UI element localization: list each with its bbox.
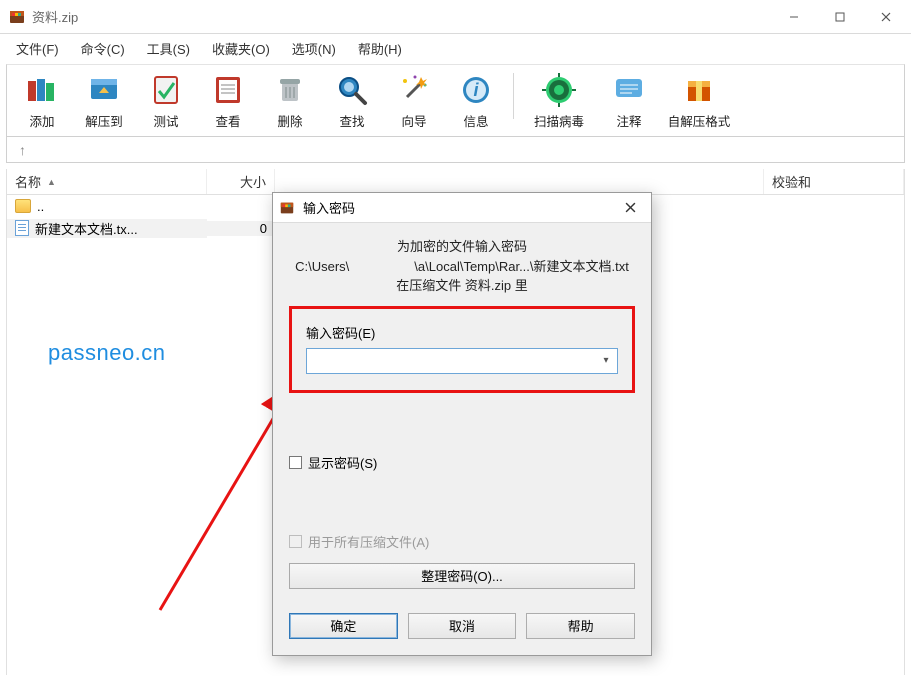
toolbar-view-label: 查看 — [215, 111, 240, 130]
app-icon — [8, 8, 26, 26]
window-close-button[interactable] — [863, 2, 909, 32]
virus-icon — [542, 73, 576, 107]
toolbar-delete[interactable]: 删除 — [259, 71, 321, 134]
books-icon — [25, 73, 59, 107]
trash-icon — [273, 73, 307, 107]
toolbar-comment[interactable]: 注释 — [598, 71, 660, 134]
toolbar-info[interactable]: i 信息 — [445, 71, 507, 134]
toolbar-sfx-label: 自解压格式 — [668, 111, 731, 130]
column-name-label: 名称 — [15, 172, 41, 191]
ok-label: 确定 — [330, 616, 356, 635]
dialog-title: 输入密码 — [303, 198, 355, 217]
column-checksum[interactable]: 校验和 — [764, 169, 904, 194]
cancel-button[interactable]: 取消 — [408, 613, 517, 639]
ok-button[interactable]: 确定 — [289, 613, 398, 639]
info-icon: i — [459, 73, 493, 107]
cancel-label: 取消 — [449, 616, 475, 635]
maximize-button[interactable] — [817, 2, 863, 32]
toolbar-delete-label: 删除 — [277, 111, 302, 130]
package-icon — [682, 73, 716, 107]
column-name[interactable]: 名称 ▲ — [7, 169, 207, 194]
password-label: 输入密码(E) — [306, 323, 618, 342]
minimize-button[interactable] — [771, 2, 817, 32]
column-checksum-label: 校验和 — [772, 172, 811, 191]
use-for-all-label: 用于所有压缩文件(A) — [308, 532, 429, 551]
help-button[interactable]: 帮助 — [526, 613, 635, 639]
use-for-all-checkbox — [289, 535, 302, 548]
menu-bar: 文件(F) 命令(C) 工具(S) 收藏夹(O) 选项(N) 帮助(H) — [0, 34, 911, 62]
chevron-down-icon[interactable]: ▾ — [595, 355, 617, 366]
title-bar: 资料.zip — [0, 0, 911, 34]
toolbar-extract[interactable]: 解压到 — [73, 71, 135, 134]
toolbar-separator — [513, 73, 514, 119]
menu-options[interactable]: 选项(N) — [282, 35, 346, 62]
help-label: 帮助 — [568, 616, 594, 635]
toolbar-test[interactable]: 测试 — [135, 71, 197, 134]
window-title: 资料.zip — [32, 7, 78, 26]
sort-asc-icon: ▲ — [47, 177, 56, 187]
toolbar: 添加 解压到 测试 查看 删除 查找 向导 i 信息 扫描病毒 注释 自解压格式 — [6, 64, 905, 137]
toolbar-extract-label: 解压到 — [85, 111, 123, 130]
folder-icon — [15, 199, 31, 213]
toolbar-add[interactable]: 添加 — [11, 71, 73, 134]
file-name-label: 新建文本文档.tx... — [35, 219, 138, 238]
toolbar-find[interactable]: 查找 — [321, 71, 383, 134]
show-password-checkbox[interactable] — [289, 456, 302, 469]
dialog-line1: 为加密的文件输入密码 — [289, 237, 635, 257]
app-icon — [279, 200, 297, 216]
file-size-label: 0 — [207, 221, 275, 236]
organize-passwords-label: 整理密码(O)... — [421, 566, 503, 585]
password-input[interactable] — [307, 349, 595, 373]
column-size[interactable]: 大小 — [207, 169, 275, 194]
menu-help[interactable]: 帮助(H) — [348, 35, 412, 62]
menu-tools[interactable]: 工具(S) — [137, 35, 200, 62]
dialog-path: C:\Users\ \a\Local\Temp\Rar...\新建文本文档.tx… — [289, 257, 635, 277]
comment-icon — [612, 73, 646, 107]
watermark-text: passneo.cn — [48, 340, 166, 366]
toolbar-wizard-label: 向导 — [401, 111, 426, 130]
up-arrow-icon: ↑ — [19, 142, 26, 158]
toolbar-info-label: 信息 — [463, 111, 488, 130]
menu-command[interactable]: 命令(C) — [71, 35, 135, 62]
organize-passwords-button[interactable]: 整理密码(O)... — [289, 563, 635, 589]
dialog-footer: 确定 取消 帮助 — [273, 599, 651, 655]
use-for-all-row: 用于所有压缩文件(A) — [289, 532, 635, 551]
parent-dir-label: .. — [37, 199, 44, 214]
toolbar-virus[interactable]: 扫描病毒 — [520, 71, 598, 134]
toolbar-comment-label: 注释 — [616, 111, 641, 130]
toolbar-virus-label: 扫描病毒 — [534, 111, 584, 130]
toolbar-find-label: 查找 — [339, 111, 364, 130]
password-input-combo[interactable]: ▾ — [306, 348, 618, 374]
show-password-label: 显示密码(S) — [308, 453, 377, 472]
menu-favorites[interactable]: 收藏夹(O) — [202, 35, 280, 62]
highlight-box: 输入密码(E) ▾ — [289, 306, 635, 393]
extract-icon — [87, 73, 121, 107]
nav-up-row[interactable]: ↑ — [6, 137, 905, 163]
test-icon — [149, 73, 183, 107]
password-dialog: 输入密码 为加密的文件输入密码 C:\Users\ \a\Local\Temp\… — [272, 192, 652, 656]
dialog-close-button[interactable] — [615, 196, 645, 220]
column-size-label: 大小 — [240, 172, 266, 191]
textfile-icon — [15, 220, 29, 236]
toolbar-wizard[interactable]: 向导 — [383, 71, 445, 134]
dialog-line3: 在压缩文件 资料.zip 里 — [289, 276, 635, 296]
toolbar-view[interactable]: 查看 — [197, 71, 259, 134]
dialog-message: 为加密的文件输入密码 C:\Users\ \a\Local\Temp\Rar..… — [289, 237, 635, 296]
menu-file[interactable]: 文件(F) — [6, 35, 69, 62]
toolbar-add-label: 添加 — [29, 111, 54, 130]
column-packed[interactable] — [275, 169, 764, 194]
toolbar-sfx[interactable]: 自解压格式 — [660, 71, 738, 134]
search-icon — [335, 73, 369, 107]
wand-icon — [397, 73, 431, 107]
show-password-row[interactable]: 显示密码(S) — [289, 453, 635, 472]
toolbar-test-label: 测试 — [153, 111, 178, 130]
view-icon — [211, 73, 245, 107]
dialog-title-bar: 输入密码 — [273, 193, 651, 223]
